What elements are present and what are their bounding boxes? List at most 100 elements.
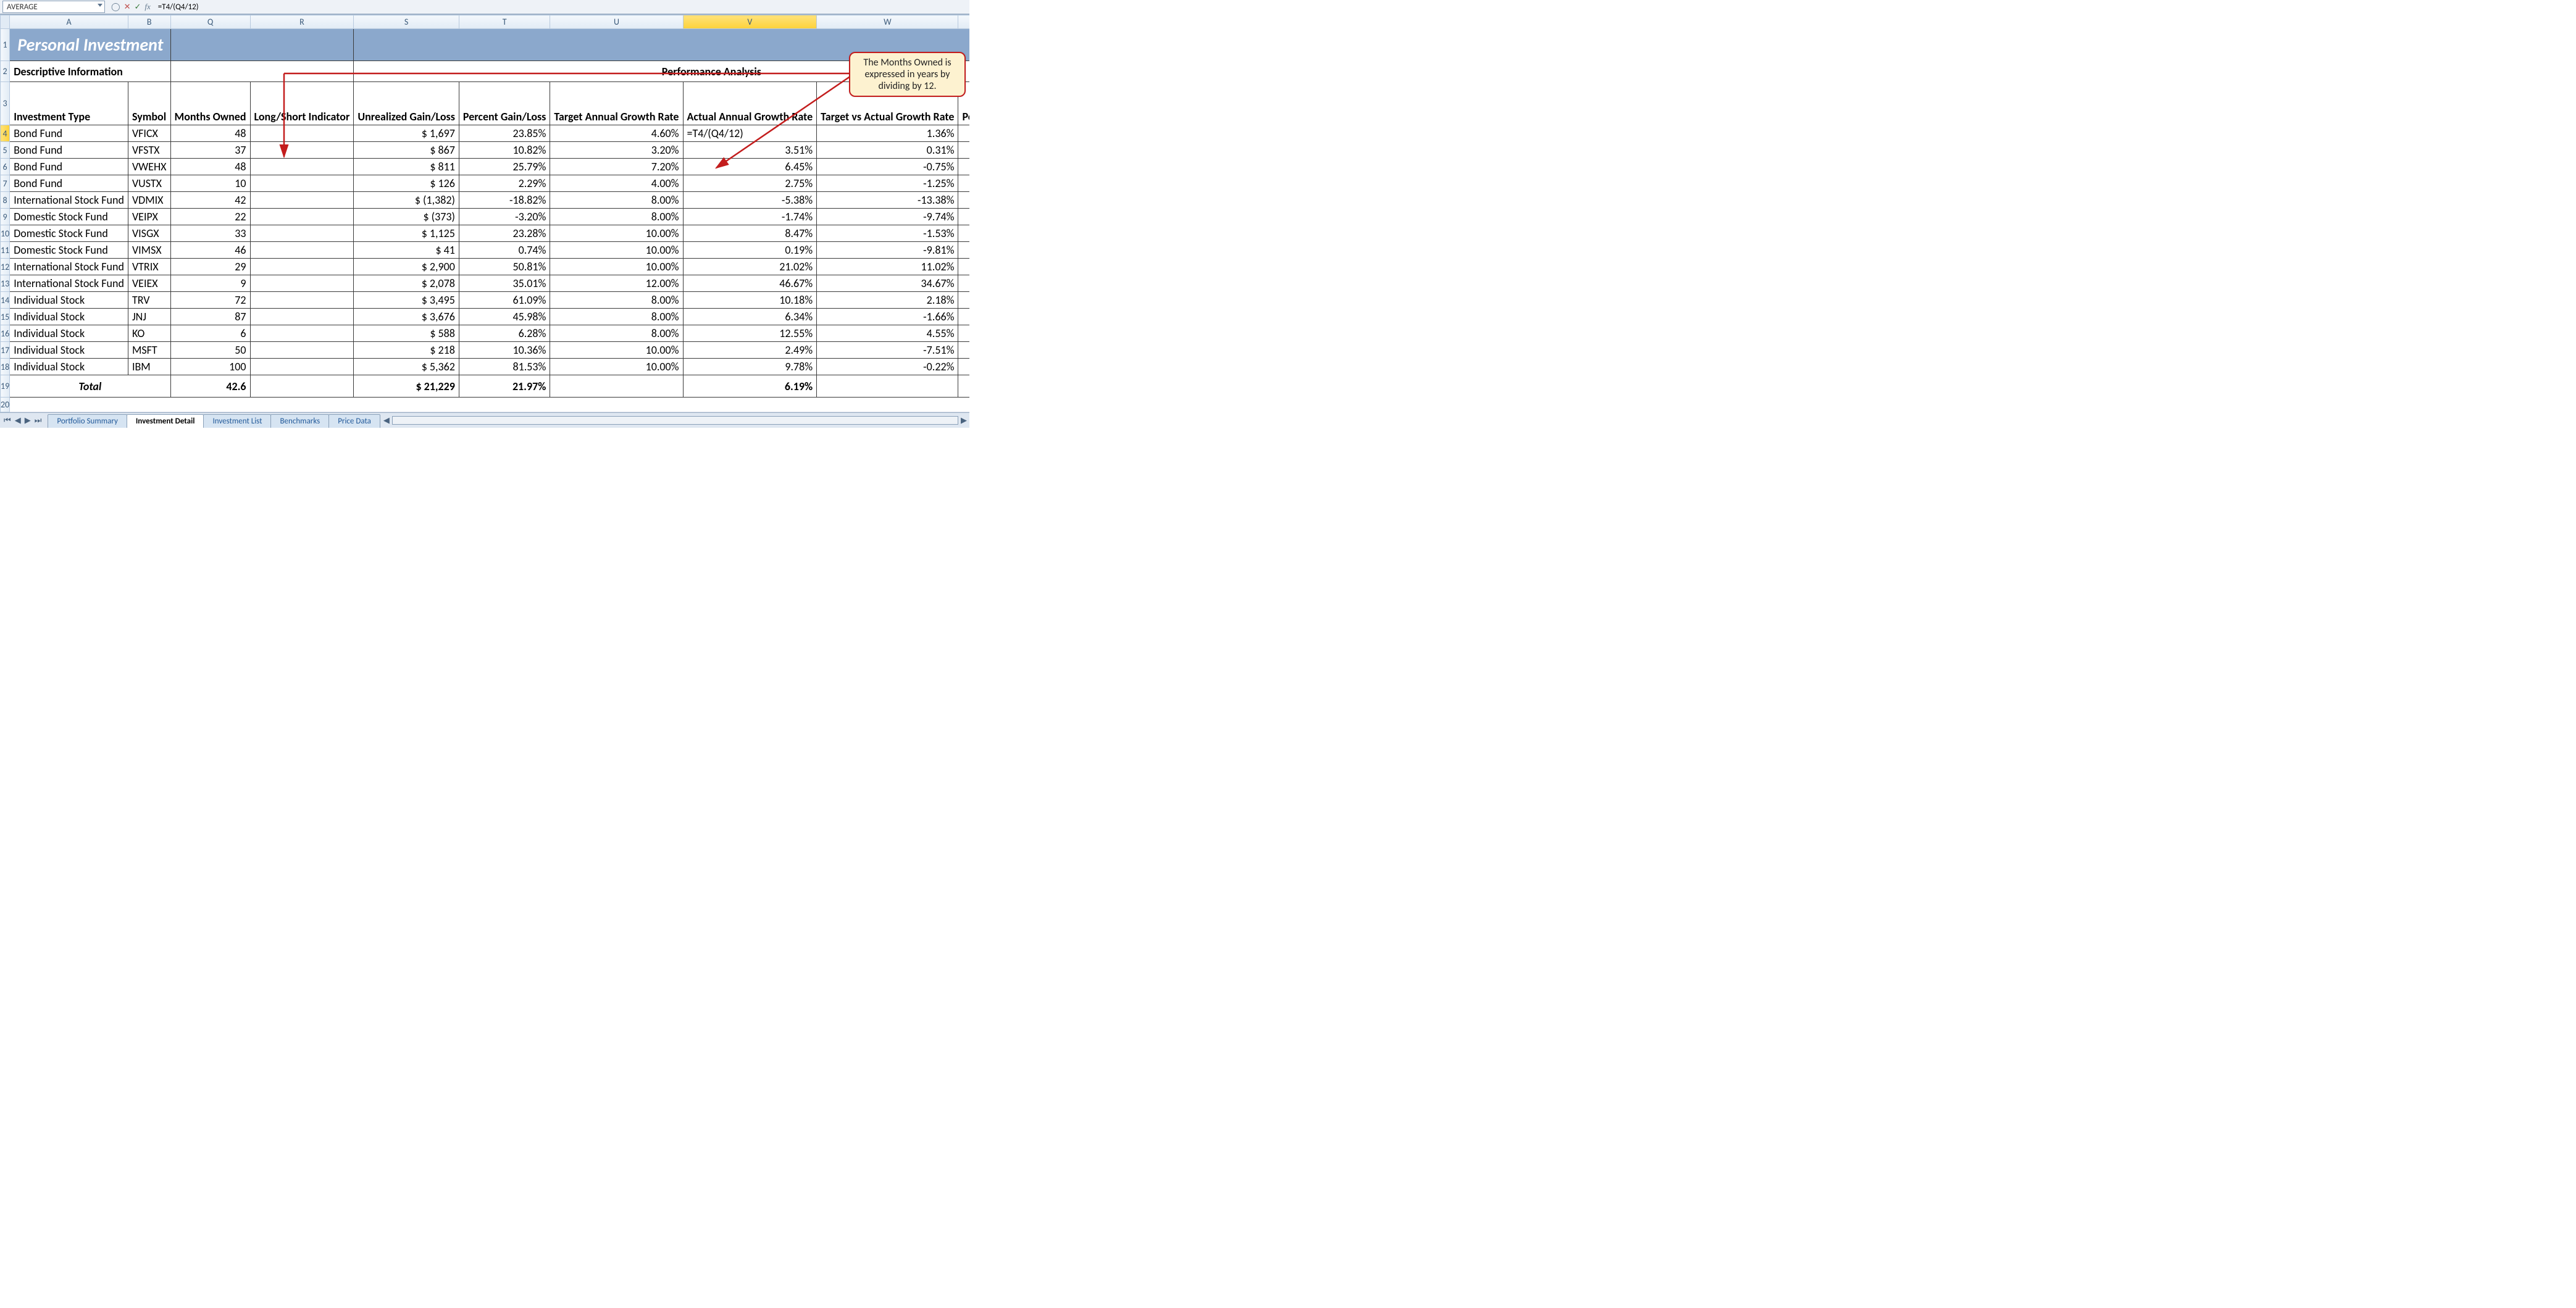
cell-actual-annual[interactable]: 2.49% xyxy=(683,342,817,359)
cell-months[interactable]: 29 xyxy=(170,259,250,275)
cell-type[interactable]: Bond Fund xyxy=(10,175,128,192)
first-sheet-icon[interactable]: ⏮ xyxy=(2,416,12,425)
sheet-tab-benchmarks[interactable]: Benchmarks xyxy=(270,414,329,428)
cell-target-annual[interactable]: 8.00% xyxy=(550,209,683,225)
last-sheet-icon[interactable]: ⏭ xyxy=(33,416,43,425)
cell-perf-indicator[interactable] xyxy=(958,175,969,192)
cell-actual-annual[interactable]: 2.75% xyxy=(683,175,817,192)
cell-actual-annual[interactable]: 0.19% xyxy=(683,242,817,259)
cell-symbol[interactable]: JNJ xyxy=(128,309,170,325)
cell-months[interactable]: 87 xyxy=(170,309,250,325)
cell-target-annual[interactable]: 10.00% xyxy=(550,225,683,242)
cell-target-annual[interactable]: 8.00% xyxy=(550,309,683,325)
cell-percent[interactable]: 25.79% xyxy=(459,159,550,175)
row-header-4[interactable]: 4 xyxy=(1,125,10,142)
cell-perf-indicator[interactable] xyxy=(958,359,969,375)
hscroll-track[interactable] xyxy=(392,416,958,425)
cell-perf-indicator[interactable] xyxy=(958,325,969,342)
cell-unrealized[interactable]: $ 5,362 xyxy=(354,359,459,375)
row-header-12[interactable]: 12 xyxy=(1,259,10,275)
cell-target-annual[interactable]: 8.00% xyxy=(550,325,683,342)
cell-months[interactable]: 33 xyxy=(170,225,250,242)
cell-target-vs-actual[interactable]: 11.02% xyxy=(817,259,958,275)
cell-unrealized[interactable]: $ 1,125 xyxy=(354,225,459,242)
cell-target-vs-actual[interactable]: -0.75% xyxy=(817,159,958,175)
cell-months[interactable]: 6 xyxy=(170,325,250,342)
col-header-V[interactable]: V xyxy=(683,15,817,29)
cell-type[interactable]: Domestic Stock Fund xyxy=(10,209,128,225)
select-all-corner[interactable] xyxy=(1,15,10,29)
sheet-tab-price-data[interactable]: Price Data xyxy=(328,414,380,428)
cell-target-vs-actual[interactable]: -1.25% xyxy=(817,175,958,192)
col-header-A[interactable]: A xyxy=(10,15,128,29)
row-header-14[interactable]: 14 xyxy=(1,292,10,309)
cell-longshort[interactable] xyxy=(250,225,354,242)
cell-type[interactable]: International Stock Fund xyxy=(10,259,128,275)
cell-actual-annual[interactable]: 6.45% xyxy=(683,159,817,175)
cell-months[interactable]: 100 xyxy=(170,359,250,375)
row-header-10[interactable]: 10 xyxy=(1,225,10,242)
cell-actual-annual-editing[interactable]: =T4/(Q4/12) xyxy=(683,125,817,142)
cancel-icon[interactable]: ✕ xyxy=(124,2,131,12)
cell-months[interactable]: 10 xyxy=(170,175,250,192)
cell-target-vs-actual[interactable]: 0.31% xyxy=(817,142,958,159)
cell-perf-indicator[interactable] xyxy=(958,209,969,225)
cell-symbol[interactable]: VIMSX xyxy=(128,242,170,259)
cell-actual-annual[interactable]: 3.51% xyxy=(683,142,817,159)
cell-actual-annual[interactable]: 46.67% xyxy=(683,275,817,292)
cell-months[interactable]: 22 xyxy=(170,209,250,225)
name-box[interactable]: AVERAGE xyxy=(2,1,105,13)
row-header-6[interactable]: 6 xyxy=(1,159,10,175)
cell-symbol[interactable]: VEIEX xyxy=(128,275,170,292)
col-header-Q[interactable]: Q xyxy=(170,15,250,29)
cell-months[interactable]: 48 xyxy=(170,159,250,175)
cell-percent[interactable]: 45.98% xyxy=(459,309,550,325)
cell-target-annual[interactable]: 10.00% xyxy=(550,359,683,375)
circle-icon[interactable]: ◯ xyxy=(111,2,120,12)
prev-sheet-icon[interactable]: ◀ xyxy=(14,416,22,425)
row-header-16[interactable]: 16 xyxy=(1,325,10,342)
cell-longshort[interactable] xyxy=(250,159,354,175)
cell-unrealized[interactable]: $ 126 xyxy=(354,175,459,192)
cell-symbol[interactable]: VWEHX xyxy=(128,159,170,175)
cell-unrealized[interactable]: $ (373) xyxy=(354,209,459,225)
cell-target-vs-actual[interactable]: 1.36% xyxy=(817,125,958,142)
worksheet-grid[interactable]: A B Q R S T U V W X 1 Personal Investmen… xyxy=(0,14,969,412)
cell-months[interactable]: 50 xyxy=(170,342,250,359)
cell-type[interactable]: International Stock Fund xyxy=(10,275,128,292)
cell-type[interactable]: Bond Fund xyxy=(10,159,128,175)
cell-longshort[interactable] xyxy=(250,359,354,375)
row-header-7[interactable]: 7 xyxy=(1,175,10,192)
cell-actual-annual[interactable]: 21.02% xyxy=(683,259,817,275)
cell-symbol[interactable]: VFICX xyxy=(128,125,170,142)
fx-icon[interactable]: fx xyxy=(144,2,150,12)
chevron-down-icon[interactable] xyxy=(98,4,102,7)
row-header-3[interactable]: 3 xyxy=(1,82,10,125)
cell-target-annual[interactable]: 4.60% xyxy=(550,125,683,142)
cell-unrealized[interactable]: $ 2,078 xyxy=(354,275,459,292)
cell-target-annual[interactable]: 3.20% xyxy=(550,142,683,159)
cell-perf-indicator[interactable] xyxy=(958,192,969,209)
col-header-W[interactable]: W xyxy=(817,15,958,29)
cell-months[interactable]: 9 xyxy=(170,275,250,292)
cell-target-vs-actual[interactable]: -0.22% xyxy=(817,359,958,375)
cell-target-annual[interactable]: 12.00% xyxy=(550,275,683,292)
cell-target-vs-actual[interactable]: -9.81% xyxy=(817,242,958,259)
cell-actual-annual[interactable]: 12.55% xyxy=(683,325,817,342)
cell-percent[interactable]: 2.29% xyxy=(459,175,550,192)
cell-perf-indicator[interactable] xyxy=(958,125,969,142)
total-actual-annual[interactable]: 6.19% xyxy=(683,375,817,398)
cell-percent[interactable]: -18.82% xyxy=(459,192,550,209)
cell-longshort[interactable] xyxy=(250,192,354,209)
cell-symbol[interactable]: VISGX xyxy=(128,225,170,242)
cell-percent[interactable]: 23.85% xyxy=(459,125,550,142)
formula-input[interactable]: =T4/(Q4/12) xyxy=(153,2,969,12)
cell-target-vs-actual[interactable]: -1.53% xyxy=(817,225,958,242)
cell-symbol[interactable]: IBM xyxy=(128,359,170,375)
cell-longshort[interactable] xyxy=(250,209,354,225)
cell-target-vs-actual[interactable]: -1.66% xyxy=(817,309,958,325)
cell-perf-indicator[interactable] xyxy=(958,242,969,259)
cell-type[interactable]: Individual Stock xyxy=(10,292,128,309)
cell-target-annual[interactable]: 10.00% xyxy=(550,342,683,359)
cell-target-vs-actual[interactable]: -13.38% xyxy=(817,192,958,209)
